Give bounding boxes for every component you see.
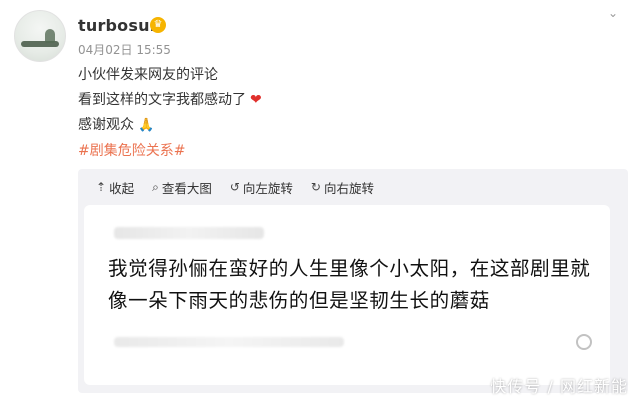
post-text-line-1: 小伙伴发来网友的评论: [78, 64, 218, 84]
user-avatar[interactable]: [14, 10, 66, 62]
rotate-right-icon: ↻: [310, 180, 321, 194]
collapse-label: 收起: [109, 180, 135, 196]
post-text-line-3: 感谢观众 🙏: [78, 114, 154, 134]
post-text-line-2: 看到这样的文字我都感动了 ❤: [78, 89, 262, 109]
heart-emoji-icon: ❤: [250, 92, 262, 108]
blurred-commenter-name: [114, 227, 264, 239]
blurred-comment-footer: [114, 337, 344, 347]
comment-screenshot-image[interactable]: 我觉得孙俪在蛮好的人生里像个小太阳，在这部剧里就像一朵下雨天的悲伤的但是坚韧生长…: [84, 205, 610, 385]
comment-text: 我觉得孙俪在蛮好的人生里像个小太阳，在这部剧里就像一朵下雨天的悲伤的但是坚韧生长…: [108, 257, 591, 312]
expanded-image-panel: ⇡ 收起 ⌕ 查看大图 ↺ 向左旋转 ↻ 向右旋转 我觉得孙俪在蛮好的人生里像个…: [78, 169, 628, 393]
post-text: 小伙伴发来网友的评论: [78, 67, 218, 83]
watermark: 快传号 / 网红新能: [490, 377, 628, 396]
post-text: 感谢观众: [78, 117, 134, 133]
arrow-up-icon: ⇡: [96, 180, 107, 194]
view-large-label: 查看大图: [161, 180, 212, 196]
chevron-down-icon[interactable]: ⌄: [606, 6, 620, 20]
rotate-right-label: 向右旋转: [323, 180, 374, 196]
view-large-button[interactable]: ⌕ 查看大图: [152, 177, 212, 197]
image-toolbar: ⇡ 收起 ⌕ 查看大图 ↺ 向左旋转 ↻ 向右旋转: [96, 177, 374, 197]
rotate-left-icon: ↺: [229, 180, 240, 194]
rotate-right-button[interactable]: ↻ 向右旋转: [311, 177, 374, 197]
vip-crown-icon: ♛: [150, 17, 166, 33]
post-timestamp[interactable]: 04月02日 15:55: [78, 41, 171, 58]
avatar-tree-shape: [45, 29, 55, 43]
post-text: 看到这样的文字我都感动了: [78, 92, 246, 108]
magnifier-icon: ⌕: [152, 179, 159, 194]
reply-icon: [576, 334, 592, 350]
username[interactable]: turbosun: [78, 16, 161, 35]
rotate-left-button[interactable]: ↺ 向左旋转: [230, 177, 293, 197]
rotate-left-label: 向左旋转: [242, 180, 293, 196]
clap-hands-emoji-icon: 🙏: [138, 118, 155, 133]
hashtag-link[interactable]: #剧集危险关系#: [78, 140, 185, 160]
collapse-button[interactable]: ⇡ 收起: [96, 177, 134, 197]
